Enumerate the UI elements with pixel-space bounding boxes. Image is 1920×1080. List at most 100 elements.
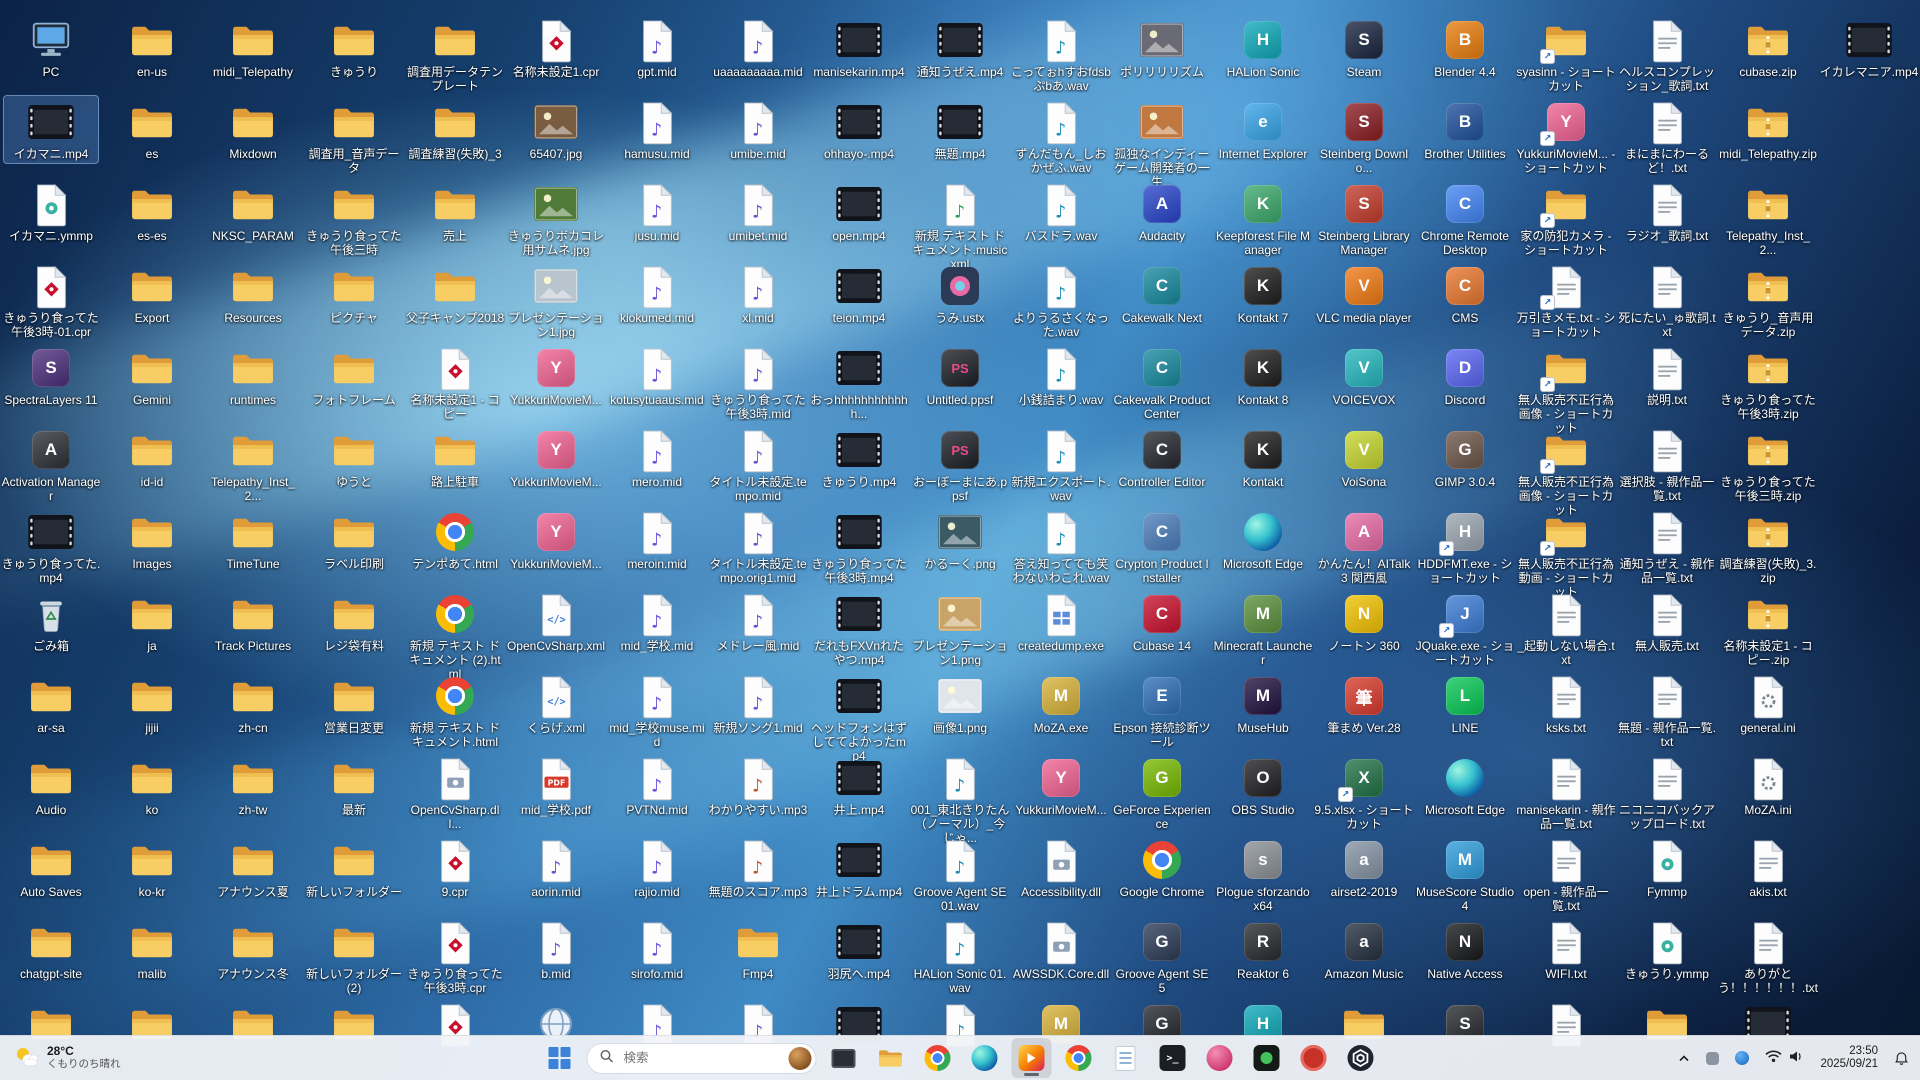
desktop-icon[interactable]: ♪きゅうり食ってた午後3時.mid bbox=[711, 342, 805, 423]
desktop-icon[interactable]: きゅうりボカコレ用サムネ.jpg bbox=[509, 178, 603, 259]
desktop-icon[interactable]: ♪こってぉhすおfdsbぷbあ.wav bbox=[1014, 14, 1108, 95]
desktop-icon[interactable]: ohhayo-.mp4 bbox=[812, 96, 906, 163]
desktop-icon[interactable]: ピクチャ bbox=[307, 260, 401, 327]
desktop-icon[interactable]: ♪kotusytuaaus.mid bbox=[610, 342, 704, 409]
desktop-icon[interactable]: PDFmid_学校.pdf bbox=[509, 752, 603, 819]
desktop-icon[interactable]: 新規 テキスト ドキュメント.html bbox=[408, 670, 502, 751]
desktop-icon[interactable]: NNative Access bbox=[1418, 916, 1512, 983]
desktop-icon[interactable]: VVOICEVOX bbox=[1317, 342, 1411, 409]
desktop-icon[interactable]: 名称未設定1 - コピー bbox=[408, 342, 502, 423]
start-button[interactable] bbox=[540, 1038, 580, 1078]
desktop-icon[interactable]: ♪無題のスコア.mp3 bbox=[711, 834, 805, 901]
desktop-icon[interactable]: Y↗YukkuriMovieM... - ショートカット bbox=[1519, 96, 1613, 177]
desktop-icon[interactable]: ↗無人販売不正行為画像 - ショートカット bbox=[1519, 424, 1613, 519]
desktop-icon[interactable]: AActivation Manager bbox=[4, 424, 98, 505]
desktop-icon[interactable]: 調査練習(失敗)_3.zip bbox=[1721, 506, 1815, 587]
desktop-icon[interactable]: NKSC_PARAM bbox=[206, 178, 300, 245]
desktop-icon[interactable]: まにまにわーるど！.txt bbox=[1620, 96, 1714, 177]
desktop-icon[interactable]: ↗万引きメモ.txt - ショートカット bbox=[1519, 260, 1613, 341]
desktop-icon[interactable]: ♪Groove Agent SE 01.wav bbox=[913, 834, 1007, 915]
desktop-icon[interactable]: アナウンス夏 bbox=[206, 834, 300, 901]
desktop-icon[interactable]: es bbox=[105, 96, 199, 163]
desktop-icon[interactable]: Export bbox=[105, 260, 199, 327]
desktop-icon[interactable]: CCakewalk Next bbox=[1115, 260, 1209, 327]
weather-widget[interactable]: 28°C くもりのち晴れ bbox=[4, 1038, 131, 1078]
desktop-icon[interactable]: ♪新規 テキスト ドキュメント.musicxml bbox=[913, 178, 1007, 273]
desktop-icon[interactable]: ♪meroin.mid bbox=[610, 506, 704, 573]
desktop-icon[interactable]: HHALion Sonic bbox=[1216, 14, 1310, 81]
desktop-icon[interactable]: きゅうり食ってた午後三時 bbox=[307, 178, 401, 259]
desktop-icon[interactable]: 通知うぜえ - 親作品一覧.txt bbox=[1620, 506, 1714, 587]
desktop-icon[interactable]: MMinecraft Launcher bbox=[1216, 588, 1310, 669]
desktop-icon[interactable]: </>くらげ.xml bbox=[509, 670, 603, 737]
desktop-icon[interactable]: Audio bbox=[4, 752, 98, 819]
desktop-icon[interactable]: WIFI.txt bbox=[1519, 916, 1613, 983]
desktop-icon[interactable]: Google Chrome bbox=[1115, 834, 1209, 901]
desktop-icon[interactable]: ヘルスコンプレッション_歌詞.txt bbox=[1620, 14, 1714, 95]
desktop-icon[interactable]: TimeTune bbox=[206, 506, 300, 573]
desktop-icon[interactable]: YYukkuriMovieM... bbox=[509, 424, 603, 491]
desktop-icon[interactable]: ♪タイトル未設定.tempo.mid bbox=[711, 424, 805, 505]
desktop-icon[interactable]: manisekarin.mp4 bbox=[812, 14, 906, 81]
desktop-icon[interactable]: テンポあて.html bbox=[408, 506, 502, 573]
desktop-icon[interactable]: aairset2-2019 bbox=[1317, 834, 1411, 901]
desktop-icon[interactable]: イカマニ.ymmp bbox=[4, 178, 98, 245]
desktop-icon[interactable]: 調査練習(失敗)_3 bbox=[408, 96, 502, 163]
desktop-icon[interactable]: ↗無人販売不正行為動画 - ショートカット bbox=[1519, 506, 1613, 601]
desktop-icon[interactable]: ニコニコバックアップロード.txt bbox=[1620, 752, 1714, 833]
desktop-icon[interactable]: eInternet Explorer bbox=[1216, 96, 1310, 163]
desktop-icon[interactable]: manisekarin - 親作品一覧.txt bbox=[1519, 752, 1613, 833]
desktop-icon[interactable]: ♪タイトル未設定.tempo.orig1.mid bbox=[711, 506, 805, 587]
desktop-icon[interactable]: Fymmp bbox=[1620, 834, 1714, 901]
desktop-icon[interactable]: 調査用データテンプレート bbox=[408, 14, 502, 95]
desktop-icon[interactable]: 無人販売.txt bbox=[1620, 588, 1714, 655]
desktop-icon[interactable]: 路上駐車 bbox=[408, 424, 502, 491]
desktop-icon[interactable]: ♪rajio.mid bbox=[610, 834, 704, 901]
tray-app-icon[interactable] bbox=[1699, 1040, 1726, 1076]
desktop-icon[interactable]: 調査用_音声データ bbox=[307, 96, 401, 177]
desktop-icon[interactable]: sPlogue sforzando x64 bbox=[1216, 834, 1310, 915]
desktop-icon[interactable]: open - 親作品一覧.txt bbox=[1519, 834, 1613, 915]
desktop-icon[interactable]: 無題.mp4 bbox=[913, 96, 1007, 163]
desktop-icon[interactable]: ラジオ_歌詞.txt bbox=[1620, 178, 1714, 245]
desktop-icon[interactable]: createdump.exe bbox=[1014, 588, 1108, 655]
desktop-icon[interactable]: midi_Telepathy.zip bbox=[1721, 96, 1815, 163]
desktop-icon[interactable]: きゅうり食ってた午後3時.cpr bbox=[408, 916, 502, 997]
desktop-icon[interactable]: GGIMP 3.0.4 bbox=[1418, 424, 1512, 491]
desktop-icon[interactable]: ♪aorin.mid bbox=[509, 834, 603, 901]
desktop-icon[interactable]: ゆうと bbox=[307, 424, 401, 491]
desktop-icon[interactable]: CCakewalk Product Center bbox=[1115, 342, 1209, 423]
desktop-icon[interactable]: KKontakt 8 bbox=[1216, 342, 1310, 409]
desktop-icon[interactable]: かるーく.png bbox=[913, 506, 1007, 573]
desktop-icon[interactable]: 新規 テキスト ドキュメント (2).html bbox=[408, 588, 502, 683]
desktop-icon[interactable]: Accessibility.dll bbox=[1014, 834, 1108, 901]
desktop-icon[interactable]: ♪sirofo.mid bbox=[610, 916, 704, 983]
desktop-icon[interactable]: ♪mid_学校.mid bbox=[610, 588, 704, 655]
desktop-icon[interactable]: ♪uaaaaaaaaa.mid bbox=[711, 14, 805, 81]
desktop-icon[interactable]: akis.txt bbox=[1721, 834, 1815, 901]
desktop-icon[interactable]: ♪b.mid bbox=[509, 916, 603, 983]
desktop-icon[interactable]: Gemini bbox=[105, 342, 199, 409]
notification-bell-icon[interactable] bbox=[1887, 1040, 1916, 1076]
taskbar-app-yukkuri-movie-maker[interactable] bbox=[1012, 1038, 1052, 1078]
desktop-icon[interactable]: アナウンス冬 bbox=[206, 916, 300, 983]
desktop-icon[interactable]: 営業日変更 bbox=[307, 670, 401, 737]
desktop-icon[interactable]: ♪メドレー風.mid bbox=[711, 588, 805, 655]
desktop-icon[interactable]: Track Pictures bbox=[206, 588, 300, 655]
desktop-icon[interactable]: chatgpt-site bbox=[4, 916, 98, 983]
desktop-icon[interactable]: ♪わかりやすい.mp3 bbox=[711, 752, 805, 819]
desktop-icon[interactable]: ♪新規ソング1.mid bbox=[711, 670, 805, 737]
desktop-icon[interactable]: ♪答え知ってても笑わないわこれ.wav bbox=[1014, 506, 1108, 587]
desktop-icon[interactable]: VVLC media player bbox=[1317, 260, 1411, 327]
desktop-icon[interactable]: きゅうり食ってた午後三時.zip bbox=[1721, 424, 1815, 505]
desktop-icon[interactable]: BBlender 4.4 bbox=[1418, 14, 1512, 81]
desktop-icon[interactable]: SSteam bbox=[1317, 14, 1411, 81]
desktop-icon[interactable]: YYukkuriMovieM... bbox=[509, 342, 603, 409]
desktop-icon[interactable]: PSおーぼーまにあ.ppsf bbox=[913, 424, 1007, 505]
desktop-icon[interactable]: 通知うぜえ.mp4 bbox=[913, 14, 1007, 81]
desktop-icon[interactable]: ↗syasinn - ショートカット bbox=[1519, 14, 1613, 95]
desktop-icon[interactable]: DDiscord bbox=[1418, 342, 1512, 409]
desktop-icon[interactable]: ♪小銭詰まり.wav bbox=[1014, 342, 1108, 409]
desktop-icon[interactable]: ♪umibet.mid bbox=[711, 178, 805, 245]
desktop-icon[interactable]: 説明.txt bbox=[1620, 342, 1714, 409]
